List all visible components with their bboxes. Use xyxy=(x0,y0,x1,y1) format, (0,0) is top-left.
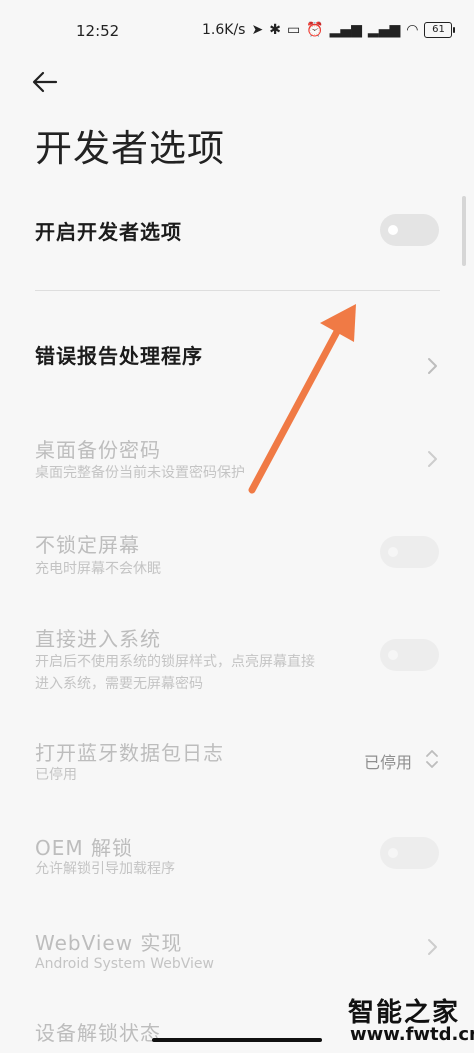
setting-title: 设备解锁状态 xyxy=(35,1021,161,1045)
status-bar: 12:52 1.6K/s ➤ ✱ ▭ ⏰ ▂▄▆ ▂▄▆ ◠ 61 xyxy=(0,0,474,62)
setting-subtitle: Android System WebView xyxy=(35,956,214,972)
stay-awake-toggle[interactable] xyxy=(380,536,439,568)
back-button[interactable] xyxy=(30,62,70,102)
chevron-right-icon xyxy=(428,939,437,955)
home-indicator[interactable] xyxy=(152,1038,322,1042)
bluetooth-log-select-value[interactable]: 已停用 xyxy=(364,749,412,773)
setting-oem-unlock[interactable]: OEM 解锁 允许解锁引导加载程序 xyxy=(0,820,474,900)
oem-unlock-toggle[interactable] xyxy=(380,837,439,869)
back-arrow-icon xyxy=(32,71,58,93)
setting-subtitle-line: 进入系统，需要无屏幕密码 xyxy=(35,676,203,692)
direct-boot-toggle[interactable] xyxy=(380,639,439,671)
signal-hd-icon: ▂▄▆ xyxy=(367,22,401,38)
setting-subtitle: 已停用 xyxy=(35,767,77,783)
setting-direct-boot[interactable]: 直接进入系统 开启后不使用系统的锁屏样式，点亮屏幕直接 进入系统，需要无屏幕密码 xyxy=(0,610,474,700)
setting-stay-awake[interactable]: 不锁定屏幕 充电时屏幕不会休眠 xyxy=(0,515,474,595)
setting-bug-report-handler[interactable]: 错误报告处理程序 xyxy=(0,326,474,396)
alarm-icon: ⏰ xyxy=(306,22,324,38)
setting-title: 不锁定屏幕 xyxy=(35,533,140,557)
watermark: 智能之家 www.fwtd.cn xyxy=(340,990,474,1050)
signal-hd-icon: ▂▄▆ xyxy=(329,22,362,38)
setting-subtitle: 充电时屏幕不会休眠 xyxy=(35,561,161,577)
setting-title: 错误报告处理程序 xyxy=(35,344,203,368)
page-title: 开发者选项 xyxy=(35,127,225,170)
chevron-right-icon xyxy=(428,358,437,374)
unfold-icon xyxy=(426,750,438,768)
developer-options-toggle[interactable] xyxy=(380,214,439,246)
watermark-url: www.fwtd.cn xyxy=(350,1024,474,1045)
divider xyxy=(35,290,440,291)
bluetooth-icon: ✱ xyxy=(269,22,281,38)
setting-subtitle-line: 开启后不使用系统的锁屏样式，点亮屏幕直接 xyxy=(35,654,315,670)
setting-enable-developer-options[interactable]: 开启开发者选项 xyxy=(0,200,474,260)
setting-title: OEM 解锁 xyxy=(35,836,133,860)
setting-bluetooth-hci-log[interactable]: 打开蓝牙数据包日志 已停用 已停用 xyxy=(0,725,474,805)
setting-title: WebView 实现 xyxy=(35,931,183,955)
setting-subtitle: 允许解锁引导加载程序 xyxy=(35,861,175,877)
setting-desktop-backup-password[interactable]: 桌面备份密码 桌面完整备份当前未设置密码保护 xyxy=(0,420,474,500)
wifi-icon: ◠ xyxy=(406,22,419,38)
setting-title: 开启开发者选项 xyxy=(35,220,182,244)
setting-title: 打开蓝牙数据包日志 xyxy=(35,741,224,765)
setting-webview-implementation[interactable]: WebView 实现 Android System WebView xyxy=(0,915,474,995)
status-time: 12:52 xyxy=(76,22,120,40)
location-icon: ➤ xyxy=(251,22,264,38)
vibrate-icon: ▭ xyxy=(286,22,301,38)
status-icons: 1.6K/s ➤ ✱ ▭ ⏰ ▂▄▆ ▂▄▆ ◠ 61 xyxy=(202,22,456,38)
setting-title: 桌面备份密码 xyxy=(35,438,161,462)
chevron-right-icon xyxy=(428,451,437,467)
setting-title: 直接进入系统 xyxy=(35,627,161,651)
setting-subtitle: 桌面完整备份当前未设置密码保护 xyxy=(35,465,245,481)
battery-icon: 61 xyxy=(424,22,456,38)
network-speed: 1.6K/s xyxy=(202,22,246,38)
